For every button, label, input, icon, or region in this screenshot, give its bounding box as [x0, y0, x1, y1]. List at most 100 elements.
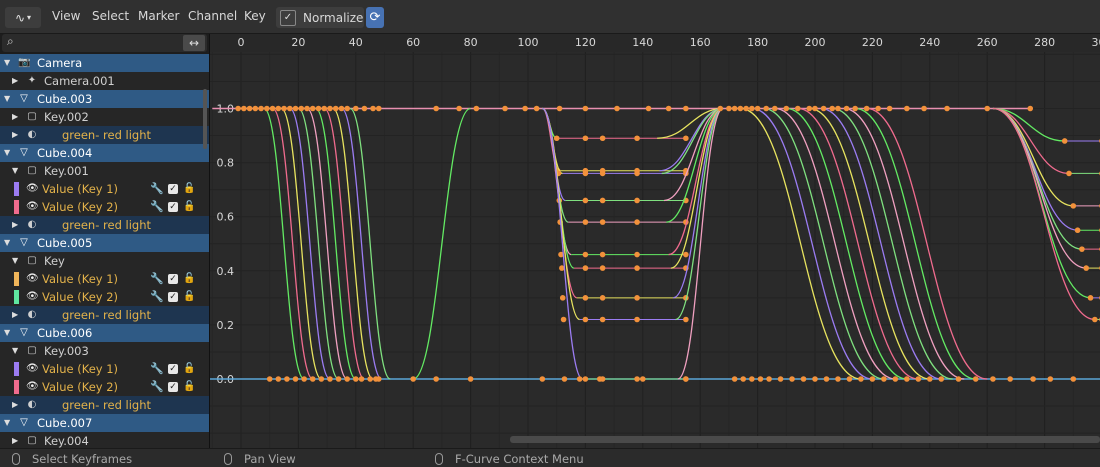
keyframe-point[interactable] — [875, 105, 881, 112]
action-channel[interactable]: ▶ ▢ Key.004 — [0, 432, 209, 448]
keyframe-point[interactable] — [835, 376, 841, 382]
wrench-icon[interactable]: 🔧 — [150, 288, 164, 306]
keyframe-point[interactable] — [353, 376, 359, 382]
eye-icon[interactable]: 👁 — [26, 180, 39, 198]
material-channel[interactable]: ▶ ◐ green- red light — [0, 216, 209, 234]
keyframe-point[interactable] — [1047, 376, 1054, 382]
expand-right-icon[interactable]: ▶ — [12, 432, 18, 448]
keyframe-point[interactable] — [582, 295, 589, 301]
object-channel[interactable]: ▼ 📷 Camera — [0, 54, 209, 72]
keyframe-point[interactable] — [726, 105, 732, 112]
keyframe-point[interactable] — [467, 376, 474, 382]
keyframe-point[interactable] — [582, 105, 589, 112]
wrench-icon[interactable]: 🔧 — [150, 270, 164, 288]
keyframe-point[interactable] — [915, 376, 922, 382]
expand-down-icon[interactable]: ▼ — [4, 234, 10, 252]
keyframe-point[interactable] — [789, 376, 795, 382]
keyframe-point[interactable] — [582, 197, 589, 204]
keyframe-point[interactable] — [502, 105, 508, 112]
keyframe-point[interactable] — [582, 265, 589, 271]
eye-icon[interactable]: 👁 — [26, 270, 39, 288]
expand-right-icon[interactable]: ▶ — [12, 396, 18, 414]
eye-icon[interactable]: 👁 — [26, 288, 39, 306]
keyframe-point[interactable] — [881, 376, 887, 382]
swap-arrows-icon[interactable]: ↔ — [183, 35, 205, 51]
keyframe-point[interactable] — [582, 316, 589, 323]
keyframe-point[interactable] — [1070, 203, 1077, 209]
keyframe-point[interactable] — [304, 105, 310, 112]
object-channel[interactable]: ▼ ▽ Cube.003 — [0, 90, 209, 108]
keyframe-point[interactable] — [800, 376, 807, 382]
lock-icon[interactable]: 🔓 — [183, 360, 195, 378]
keyframe-point[interactable] — [665, 105, 672, 112]
keyframe-point[interactable] — [246, 105, 253, 112]
mute-checkbox[interactable]: ✓ — [168, 202, 178, 212]
object-channel[interactable]: ▼ ▽ Cube.004 — [0, 144, 209, 162]
expand-down-icon[interactable]: ▼ — [4, 144, 10, 162]
keyframe-point[interactable] — [1070, 376, 1077, 382]
keyframe-point[interactable] — [560, 316, 567, 323]
keyframe-point[interactable] — [645, 105, 652, 112]
keyframe-point[interactable] — [473, 105, 480, 112]
keyframe-point[interactable] — [1074, 227, 1081, 234]
keyframe-point[interactable] — [757, 376, 764, 382]
keyframe-point[interactable] — [634, 251, 640, 258]
horizontal-scrollbar[interactable] — [510, 436, 1100, 443]
keyframe-point[interactable] — [763, 105, 770, 112]
keyframe-point[interactable] — [1007, 376, 1013, 382]
keyframe-point[interactable] — [863, 105, 870, 112]
keyframe-point[interactable] — [252, 105, 259, 112]
graph-area[interactable]: 0 20 40 60 80 100 120 140 160 180 200 220 240 260 280 3… — [210, 34, 1100, 448]
keyframe-point[interactable] — [315, 105, 322, 112]
keyframe-point[interactable] — [269, 105, 276, 112]
keyframe-point[interactable] — [556, 105, 563, 112]
keyframe-point[interactable] — [944, 105, 950, 112]
keyframe-point[interactable] — [576, 376, 583, 382]
keyframe-point[interactable] — [582, 135, 589, 142]
keyframe-point[interactable] — [358, 376, 365, 382]
keyframe-point[interactable] — [370, 105, 376, 112]
action-channel[interactable]: ▼ ▢ Key — [0, 252, 209, 270]
menu-select[interactable]: Select — [92, 9, 129, 23]
keyframe-point[interactable] — [886, 105, 893, 112]
normalize-refresh-button[interactable]: ⟳ — [366, 7, 384, 28]
keyframe-point[interactable] — [731, 105, 738, 112]
wrench-icon[interactable]: 🔧 — [150, 180, 164, 198]
keyframe-point[interactable] — [846, 376, 853, 382]
mute-checkbox[interactable]: ✓ — [168, 364, 178, 374]
keyframe-point[interactable] — [344, 105, 350, 112]
keyframe-point[interactable] — [582, 251, 589, 258]
expand-right-icon[interactable]: ▶ — [12, 126, 18, 144]
keyframe-point[interactable] — [683, 376, 689, 382]
keyframe-point[interactable] — [777, 376, 784, 382]
keyframe-point[interactable] — [599, 197, 606, 204]
lock-icon[interactable]: 🔓 — [183, 180, 195, 198]
keyframe-point[interactable] — [984, 105, 990, 112]
fcurve-channel[interactable]: 👁 Value (Key 1) 🔧 ✓ 🔓 — [0, 360, 209, 378]
keyframe-point[interactable] — [275, 376, 282, 382]
keyframe-point[interactable] — [344, 376, 350, 382]
keyframe-point[interactable] — [812, 105, 818, 112]
keyframe-point[interactable] — [596, 376, 603, 382]
wrench-icon[interactable]: 🔧 — [150, 360, 164, 378]
keyframe-point[interactable] — [599, 316, 606, 323]
action-channel[interactable]: ▶ ✦ Camera.001 — [0, 72, 209, 90]
expand-down-icon[interactable]: ▼ — [4, 54, 10, 72]
expand-down-icon[interactable]: ▼ — [12, 342, 18, 360]
keyframe-point[interactable] — [927, 376, 933, 382]
wrench-icon[interactable]: 🔧 — [150, 378, 164, 396]
keyframe-point[interactable] — [754, 105, 761, 112]
lock-icon[interactable]: 🔓 — [183, 288, 195, 306]
fcurve-channel[interactable]: 👁 Value (Key 1) 🔧 ✓ 🔓 — [0, 180, 209, 198]
keyframe-point[interactable] — [599, 170, 606, 177]
keyframe-point[interactable] — [292, 376, 299, 382]
keyframe-point[interactable] — [456, 105, 462, 112]
keyframe-point[interactable] — [640, 376, 646, 382]
keyframe-point[interactable] — [869, 376, 876, 382]
keyframe-point[interactable] — [599, 219, 606, 225]
keyframe-point[interactable] — [375, 105, 382, 112]
expand-right-icon[interactable]: ▶ — [12, 216, 18, 234]
channel-scrollbar[interactable] — [203, 89, 207, 149]
material-channel[interactable]: ▶ ◐ green- red light — [0, 306, 209, 324]
keyframe-point[interactable] — [990, 376, 996, 382]
